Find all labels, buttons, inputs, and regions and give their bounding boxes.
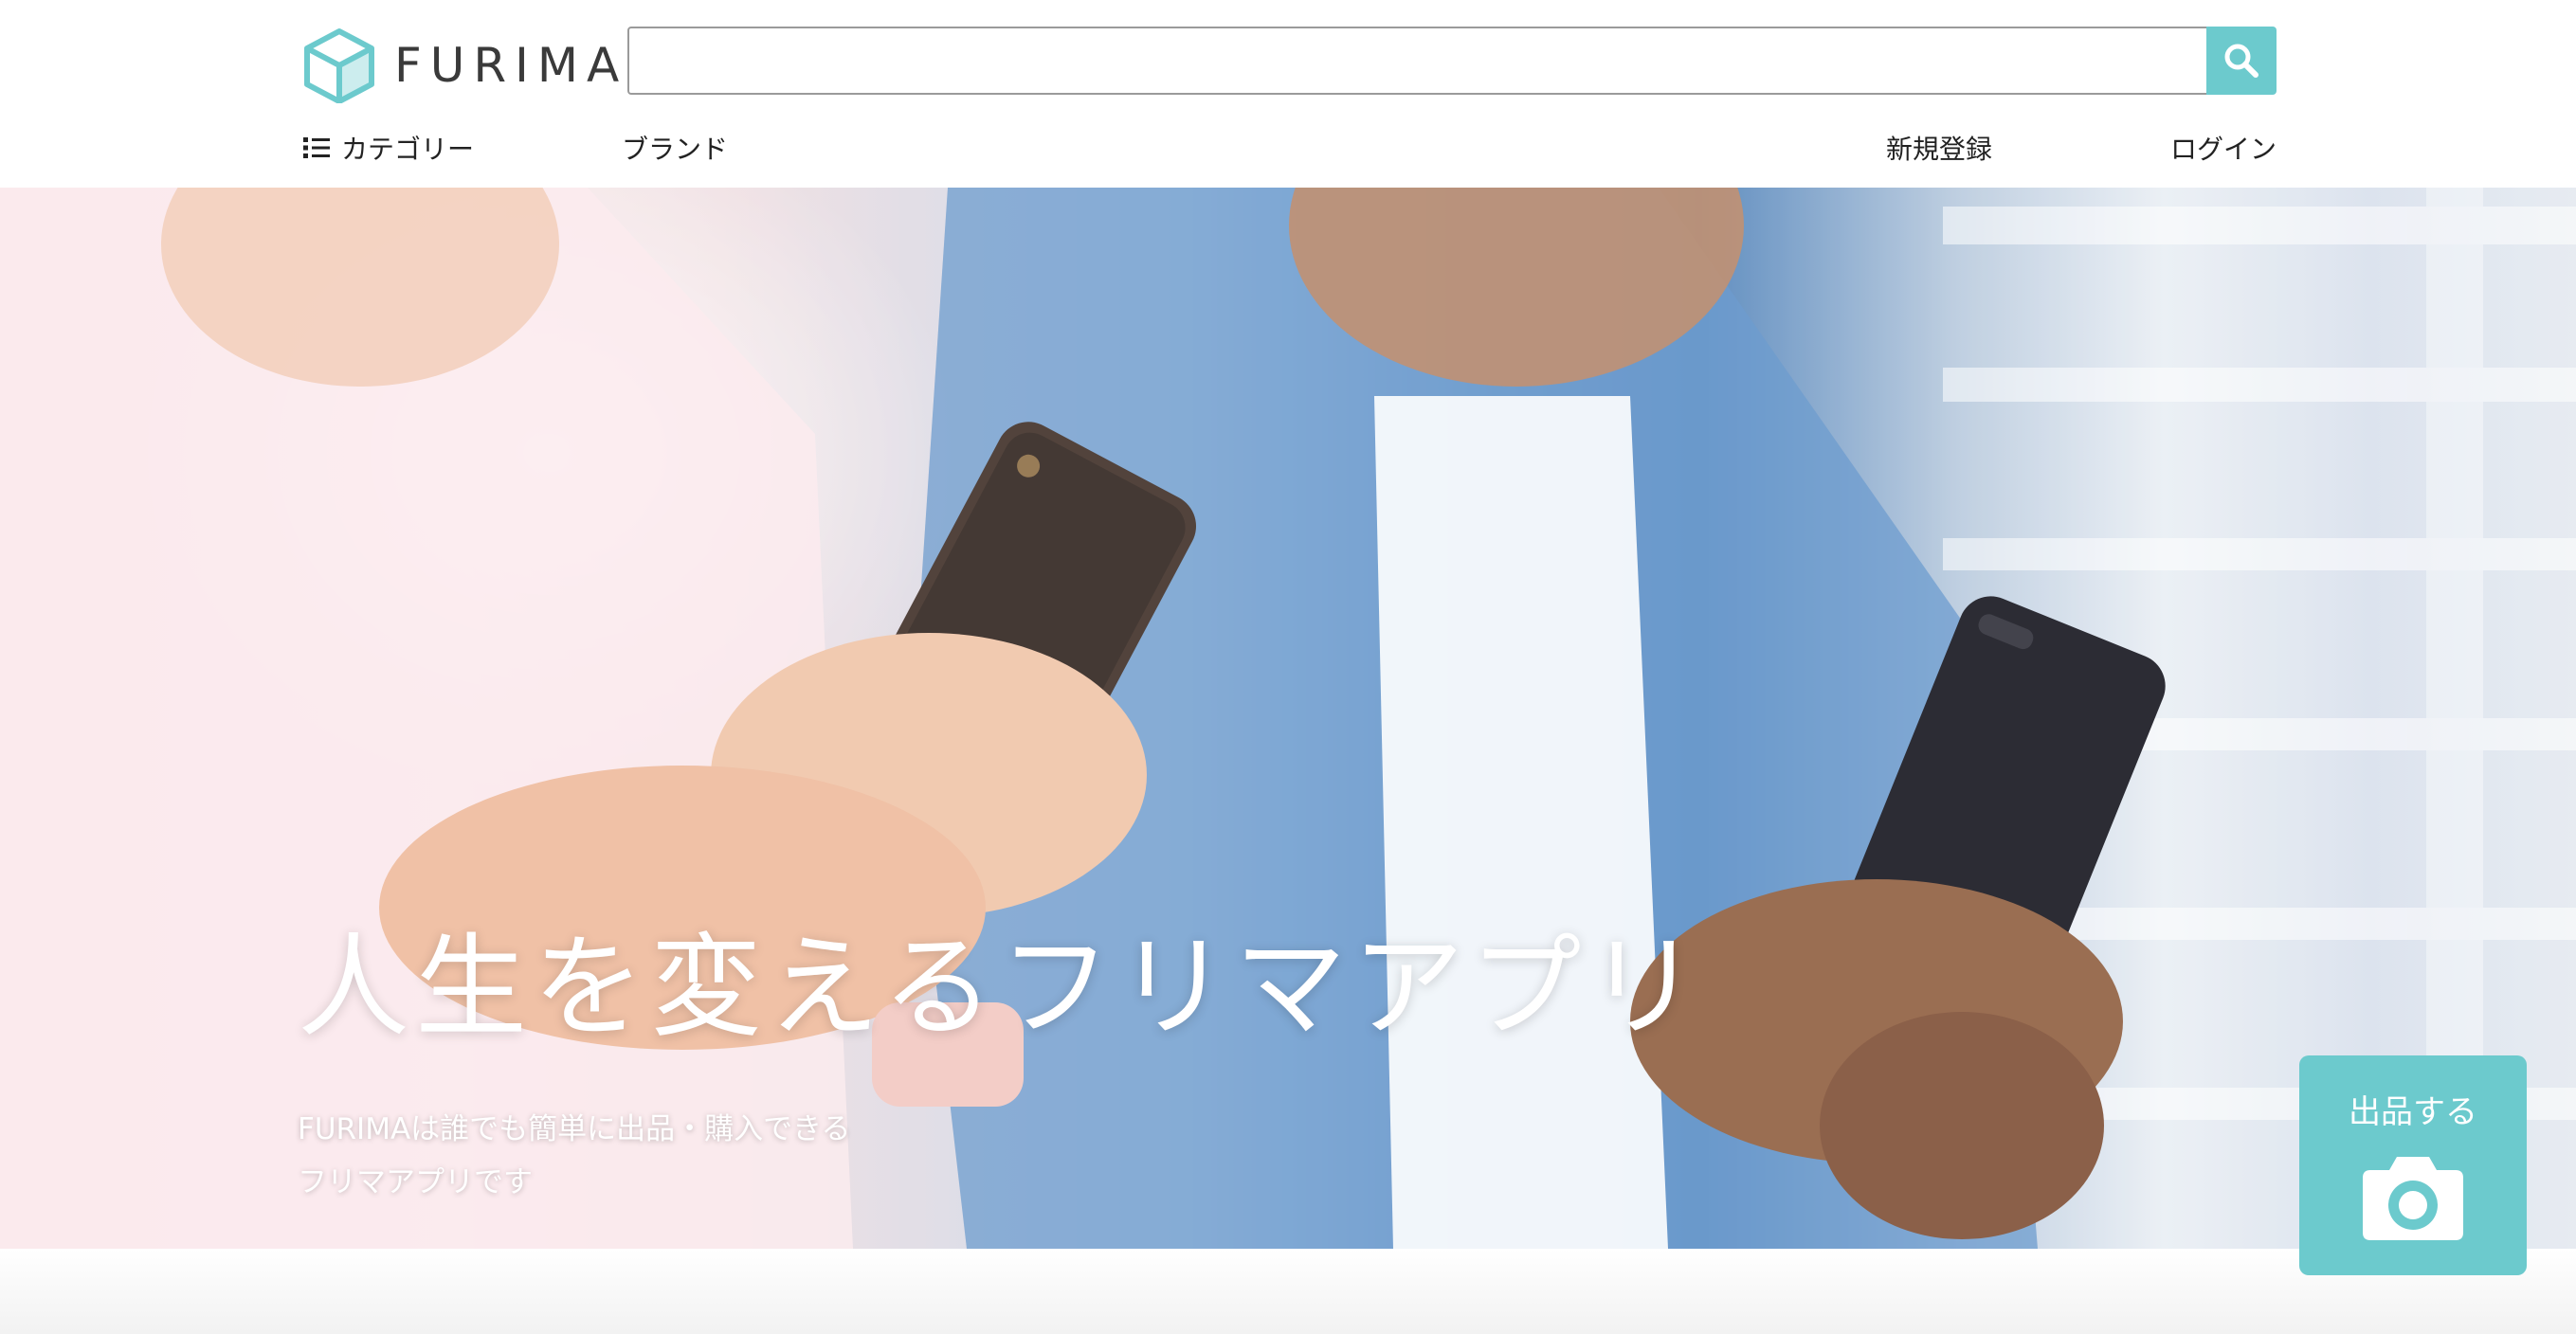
category-menu[interactable]: カテゴリー	[303, 129, 474, 167]
site-header: FURIMA カテゴリー ブランド 新規登録 ログイン	[0, 0, 2576, 188]
sell-label: 出品する	[2349, 1093, 2477, 1131]
brand-link[interactable]: ブランド	[622, 129, 728, 167]
search-input[interactable]	[627, 27, 2208, 95]
hero-image	[0, 188, 2576, 1249]
logo-text: FURIMA	[394, 38, 628, 93]
sell-button[interactable]: 出品する	[2299, 1055, 2527, 1275]
login-link[interactable]: ログイン	[2170, 129, 2277, 167]
signup-link[interactable]: 新規登録	[1886, 129, 1992, 167]
search-button[interactable]	[2206, 27, 2277, 95]
hero-banner: 人生を変えるフリマアプリ FURIMAは誰でも簡単に出品・購入できる フリマアプ…	[0, 188, 2576, 1249]
logo-cube-icon	[304, 28, 374, 103]
hero-subtitle-line2: フリマアプリです	[298, 1165, 533, 1199]
camera-icon	[2363, 1157, 2463, 1240]
search-icon	[2224, 44, 2259, 78]
logo[interactable]: FURIMA	[303, 25, 627, 106]
hero-title: 人生を変えるフリマアプリ	[298, 922, 1705, 1053]
list-icon	[303, 137, 330, 158]
category-label: カテゴリー	[341, 134, 475, 165]
content-divider	[0, 1249, 2576, 1334]
brand-label: ブランド	[622, 134, 729, 165]
signup-label: 新規登録	[1886, 134, 1993, 165]
hero-subtitle-line1: FURIMAは誰でも簡単に出品・購入できる	[298, 1112, 851, 1146]
login-label: ログイン	[2169, 134, 2277, 165]
